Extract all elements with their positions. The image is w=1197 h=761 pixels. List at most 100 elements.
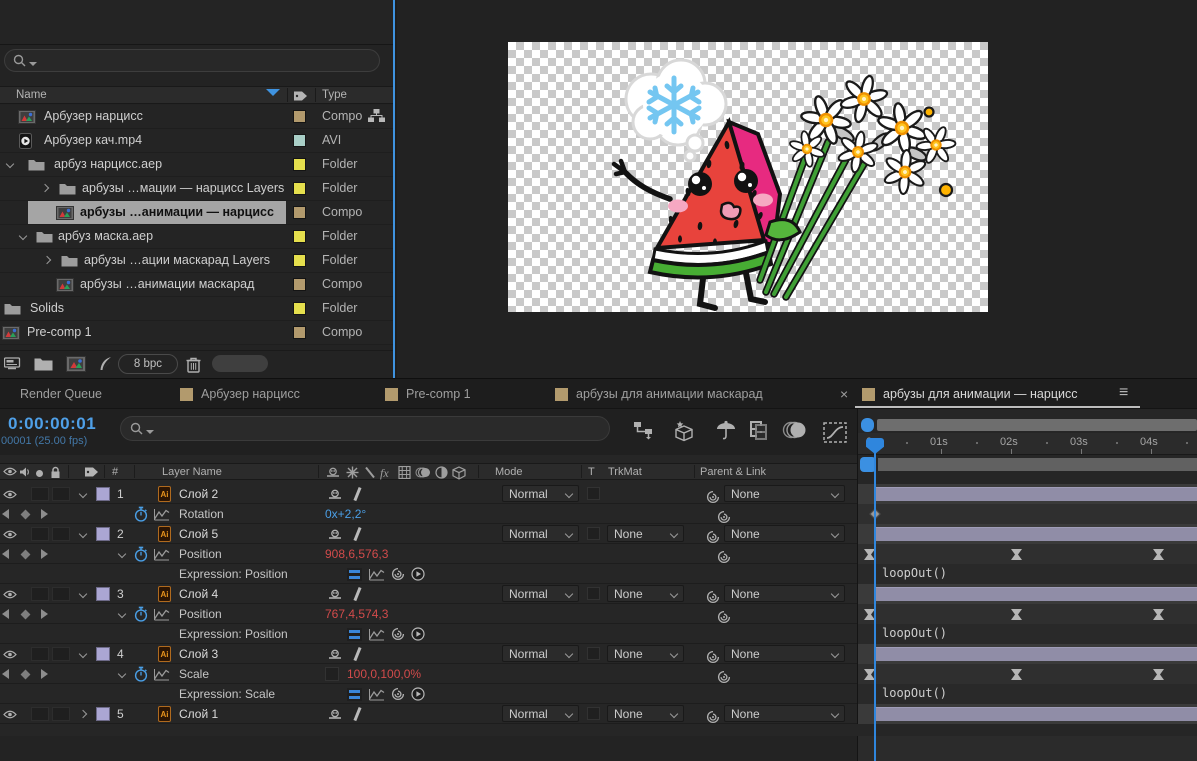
layer-shy-switch[interactable] (328, 524, 342, 544)
label-color-swatch[interactable] (293, 158, 306, 171)
shy-icon[interactable] (326, 466, 340, 478)
current-timecode[interactable]: 0:00:00:01 (8, 414, 96, 434)
layer-duration-bar[interactable] (876, 647, 1197, 661)
timeline-search-input[interactable] (120, 416, 610, 441)
property-value[interactable]: 767,4,574,3 (325, 604, 388, 624)
property-value[interactable]: 100,0,100,0% (347, 664, 421, 684)
previous-keyframe-icon[interactable] (2, 549, 9, 559)
layer-quality-switch[interactable] (353, 527, 361, 541)
audio-switch[interactable] (31, 487, 49, 501)
property-expand-chevron-icon[interactable] (118, 670, 126, 678)
property-row[interactable]: Scale 100,0,100,0% (0, 664, 1197, 684)
label-color-swatch[interactable] (293, 230, 306, 243)
layer-shy-switch[interactable] (328, 584, 342, 604)
layer-color-swatch[interactable] (96, 587, 110, 601)
preserve-transparency-column-header[interactable]: T (588, 466, 595, 478)
label-column-icon[interactable] (293, 90, 308, 102)
timeline-navigator-start-handle[interactable] (861, 418, 874, 432)
layer-quality-switch[interactable] (353, 487, 361, 501)
label-color-swatch[interactable] (293, 278, 306, 291)
panel-menu-icon[interactable]: ≡ (1119, 384, 1128, 402)
next-keyframe-icon[interactable] (41, 609, 48, 619)
tab-render-queue[interactable]: Render Queue (20, 379, 102, 409)
trash-icon[interactable] (186, 356, 201, 373)
preserve-transparency-checkbox[interactable] (587, 527, 600, 540)
layer-name[interactable]: Слой 1 (179, 704, 218, 724)
trkmat-dropdown[interactable]: None (607, 585, 684, 602)
layer-row[interactable]: 4 Ai Слой 3 Normal None None (0, 644, 1197, 664)
keyframe-hourglass[interactable] (1010, 608, 1023, 621)
trkmat-dropdown[interactable]: None (607, 645, 684, 662)
expression-pickwhip-icon[interactable] (391, 567, 405, 581)
project-horizontal-scrollbar[interactable] (212, 355, 268, 372)
label-color-swatch[interactable] (293, 254, 306, 267)
draft-3d-icon[interactable] (714, 420, 738, 440)
project-row-composition[interactable]: арбузы …анимации маскарад Compo (0, 273, 393, 297)
property-expand-chevron-icon[interactable] (118, 550, 126, 558)
expression-code[interactable]: loopOut() (882, 686, 947, 700)
add-keyframe-icon[interactable] (20, 549, 30, 559)
layer-name-column-header[interactable]: Layer Name (162, 466, 222, 478)
playhead-line[interactable] (874, 439, 876, 761)
new-composition-button[interactable] (66, 356, 86, 372)
label-color-swatch[interactable] (293, 302, 306, 315)
trkmat-dropdown[interactable]: None (607, 705, 684, 722)
solo-switch[interactable] (52, 487, 70, 501)
property-row[interactable]: Position 767,4,574,3 (0, 604, 1197, 624)
bit-depth-button[interactable]: 8 bpc (118, 354, 178, 374)
expression-label[interactable]: Expression: Position (179, 624, 288, 644)
audio-switch[interactable] (31, 647, 49, 661)
keyframe-hourglass[interactable] (1152, 608, 1165, 621)
layer-row[interactable]: 5 Ai Слой 1 Normal None None (0, 704, 1197, 724)
eye-icon[interactable] (3, 524, 17, 544)
expression-label[interactable]: Expression: Position (179, 564, 288, 584)
label-color-swatch[interactable] (293, 326, 306, 339)
interpret-footage-button[interactable] (4, 356, 24, 371)
layer-duration-bar[interactable] (876, 587, 1197, 601)
expression-row[interactable]: Expression: Scale loopOut() (0, 684, 1197, 704)
property-value[interactable]: 0x+2,2° (325, 504, 366, 524)
layer-shy-switch[interactable] (328, 484, 342, 504)
name-column-header[interactable]: Name (16, 89, 47, 101)
project-row-folder[interactable]: арбуз нарцисс.aep Folder (0, 153, 393, 177)
close-tab-icon[interactable]: × (840, 386, 848, 402)
folder-expand-chevron-icon[interactable] (19, 232, 27, 240)
layer-quality-switch[interactable] (353, 587, 361, 601)
preserve-transparency-checkbox[interactable] (587, 587, 600, 600)
layer-name[interactable]: Слой 4 (179, 584, 218, 604)
3d-layer-icon[interactable] (452, 466, 466, 480)
expression-language-menu-icon[interactable] (411, 627, 425, 641)
property-row[interactable]: Position 908,6,576,3 (0, 544, 1197, 564)
project-row-folder[interactable]: арбузы …мации — нарцисс Layers Folder (0, 177, 393, 201)
next-keyframe-icon[interactable] (41, 509, 48, 519)
quality-icon[interactable] (364, 466, 376, 479)
preserve-transparency-checkbox[interactable] (587, 487, 600, 500)
property-name[interactable]: Rotation (179, 504, 224, 524)
parent-pickwhip-icon[interactable] (706, 707, 720, 727)
blend-mode-dropdown[interactable]: Normal (502, 585, 579, 602)
blend-mode-dropdown[interactable]: Normal (502, 705, 579, 722)
folder-collapsed-chevron-icon[interactable] (41, 184, 49, 192)
expression-language-menu-icon[interactable] (411, 687, 425, 701)
composition-image[interactable] (508, 42, 988, 312)
layer-collapsed-chevron-icon[interactable] (79, 710, 87, 718)
eye-icon[interactable] (3, 584, 17, 604)
property-value[interactable]: 908,6,576,3 (325, 544, 388, 564)
add-keyframe-icon[interactable] (20, 609, 30, 619)
tab-comp-3[interactable]: арбузы для анимации маскарад (555, 379, 763, 409)
timeline-navigator-bar[interactable] (877, 419, 1197, 431)
time-ruler[interactable]: 0s 01s 02s 03s 04s (858, 433, 1197, 455)
blend-mode-dropdown[interactable]: Normal (502, 485, 579, 502)
layer-duration-bar[interactable] (876, 527, 1197, 541)
color-depth-feather-icon[interactable] (98, 356, 114, 373)
layer-duration-bar[interactable] (876, 487, 1197, 501)
stopwatch-icon[interactable] (133, 544, 149, 564)
expression-graph-icon[interactable] (368, 568, 385, 581)
project-row-folder[interactable]: арбуз маска.aep Folder (0, 225, 393, 249)
project-search-input[interactable] (4, 49, 380, 72)
collapse-transforms-icon[interactable] (346, 466, 359, 479)
layer-duration-bar[interactable] (876, 707, 1197, 721)
keyframe-hourglass[interactable] (1152, 548, 1165, 561)
blend-mode-dropdown[interactable]: Normal (502, 525, 579, 542)
stopwatch-icon[interactable] (133, 604, 149, 624)
